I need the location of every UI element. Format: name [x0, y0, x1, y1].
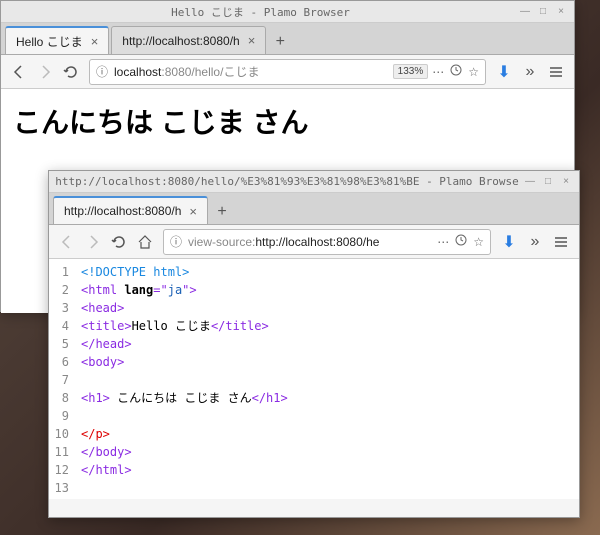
browser-window-2: http://localhost:8080/hello/%E3%81%93%E3… — [48, 170, 580, 518]
maximize-button[interactable]: □ — [536, 5, 550, 19]
url-text: view-source:http://localhost:8080/he — [188, 235, 433, 249]
back-button[interactable] — [7, 60, 31, 84]
line-number: 1 — [49, 263, 69, 281]
info-icon[interactable]: ⓘ — [170, 233, 182, 250]
line-number: 6 — [49, 353, 69, 371]
back-button[interactable] — [55, 230, 79, 254]
line-number: 12 — [49, 461, 69, 479]
close-button[interactable]: × — [559, 175, 573, 189]
source-line — [81, 407, 288, 425]
overflow-button[interactable]: » — [523, 230, 547, 254]
arrow-right-icon — [85, 234, 101, 250]
window-title: http://localhost:8080/hello/%E3%81%93%E3… — [55, 175, 519, 188]
tab-close-icon[interactable]: × — [189, 204, 197, 219]
source-line: <head> — [81, 299, 288, 317]
new-tab-button[interactable]: + — [210, 200, 234, 224]
source-line — [81, 371, 288, 389]
nav-toolbar: ⓘ view-source:http://localhost:8080/he ⋯… — [49, 225, 579, 259]
tab-label: http://localhost:8080/h — [64, 204, 181, 218]
url-bar[interactable]: ⓘ view-source:http://localhost:8080/he ⋯… — [163, 229, 491, 255]
maximize-button[interactable]: □ — [541, 175, 555, 189]
source-line: </body> — [81, 443, 288, 461]
window-title: Hello こじま - Plamo Browser — [7, 4, 514, 20]
url-text: localhost:8080/hello/こじま — [114, 63, 389, 80]
titlebar[interactable]: http://localhost:8080/hello/%E3%81%93%E3… — [49, 171, 579, 193]
line-number: 11 — [49, 443, 69, 461]
line-gutter: 12345678910111213 — [49, 259, 75, 499]
arrow-left-icon — [59, 234, 75, 250]
tab-bar: http://localhost:8080/h × + — [49, 193, 579, 225]
info-icon[interactable]: ⓘ — [96, 63, 108, 80]
bookmark-icon[interactable]: ☆ — [468, 65, 479, 79]
source-line: <html lang="ja"> — [81, 281, 288, 299]
download-button[interactable]: ⬇ — [492, 60, 516, 84]
arrow-left-icon — [11, 64, 27, 80]
tab-inactive[interactable]: http://localhost:8080/h × — [111, 26, 266, 54]
minimize-button[interactable]: — — [523, 175, 537, 189]
tab-label: http://localhost:8080/h — [122, 34, 239, 48]
menu-button[interactable] — [544, 60, 568, 84]
source-code: <!DOCTYPE html><html lang="ja"><head><ti… — [75, 259, 294, 499]
zoom-badge[interactable]: 133% — [393, 64, 429, 79]
line-number: 4 — [49, 317, 69, 335]
forward-button[interactable] — [33, 60, 57, 84]
line-number: 13 — [49, 479, 69, 497]
line-number: 5 — [49, 335, 69, 353]
reload-icon — [63, 64, 79, 80]
titlebar[interactable]: Hello こじま - Plamo Browser — □ × — [1, 1, 574, 23]
line-number: 3 — [49, 299, 69, 317]
hamburger-icon — [553, 234, 569, 250]
tab-active[interactable]: Hello こじま × — [5, 26, 109, 54]
forward-button[interactable] — [81, 230, 105, 254]
line-number: 9 — [49, 407, 69, 425]
minimize-button[interactable]: — — [518, 5, 532, 19]
line-number: 8 — [49, 389, 69, 407]
line-number: 7 — [49, 371, 69, 389]
url-bar[interactable]: ⓘ localhost:8080/hello/こじま 133% ⋯ ☆ — [89, 59, 486, 85]
line-number: 2 — [49, 281, 69, 299]
source-line: </html> — [81, 461, 288, 479]
home-button[interactable] — [133, 230, 157, 254]
tab-close-icon[interactable]: × — [248, 33, 256, 48]
new-tab-button[interactable]: + — [268, 30, 292, 54]
reader-icon[interactable] — [448, 62, 464, 81]
close-button[interactable]: × — [554, 5, 568, 19]
reload-icon — [111, 234, 127, 250]
source-line: </head> — [81, 335, 288, 353]
nav-toolbar: ⓘ localhost:8080/hello/こじま 133% ⋯ ☆ ⬇ » — [1, 55, 574, 89]
page-actions-icon[interactable]: ⋯ — [432, 65, 444, 79]
reload-button[interactable] — [59, 60, 83, 84]
source-line: <title>Hello こじま</title> — [81, 317, 288, 335]
download-button[interactable]: ⬇ — [497, 230, 521, 254]
page-actions-icon[interactable]: ⋯ — [437, 235, 449, 249]
bookmark-icon[interactable]: ☆ — [473, 235, 484, 249]
arrow-right-icon — [37, 64, 53, 80]
source-line: <!DOCTYPE html> — [81, 263, 288, 281]
page-heading: こんにちは こじま さん — [13, 101, 562, 141]
view-source-content: 12345678910111213 <!DOCTYPE html><html l… — [49, 259, 579, 499]
source-line — [81, 479, 288, 497]
tab-close-icon[interactable]: × — [91, 34, 99, 49]
source-line: <body> — [81, 353, 288, 371]
tab-bar: Hello こじま × http://localhost:8080/h × + — [1, 23, 574, 55]
menu-button[interactable] — [549, 230, 573, 254]
overflow-button[interactable]: » — [518, 60, 542, 84]
source-line: <h1> こんにちは こじま さん</h1> — [81, 389, 288, 407]
source-line: </p> — [81, 425, 288, 443]
tab-label: Hello こじま — [16, 33, 83, 50]
reload-button[interactable] — [107, 230, 131, 254]
reader-icon[interactable] — [453, 232, 469, 251]
hamburger-icon — [548, 64, 564, 80]
line-number: 10 — [49, 425, 69, 443]
home-icon — [137, 234, 153, 250]
tab-active[interactable]: http://localhost:8080/h × — [53, 196, 208, 224]
